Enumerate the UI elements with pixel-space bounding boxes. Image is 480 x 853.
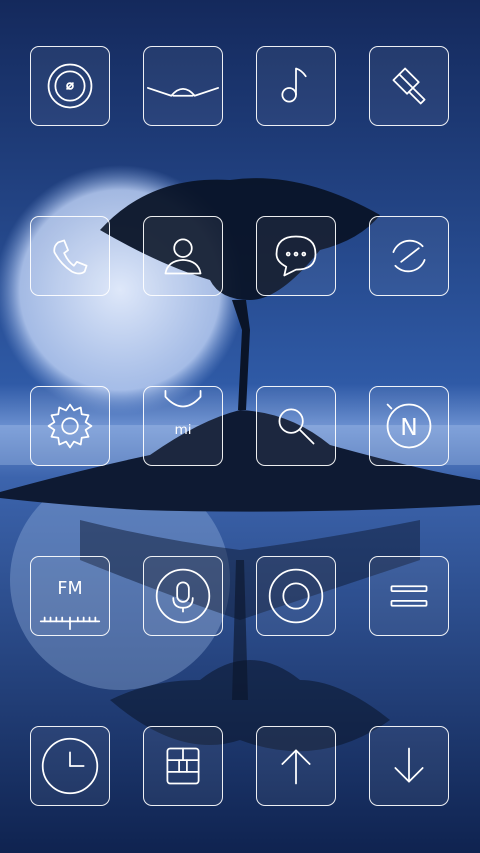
download-arrow-icon[interactable] <box>369 726 449 806</box>
mi-store-icon[interactable]: mi <box>143 386 223 466</box>
voice-recorder-icon[interactable] <box>143 556 223 636</box>
contacts-icon[interactable] <box>143 216 223 296</box>
screen-recorder-icon[interactable] <box>256 556 336 636</box>
notes-icon[interactable] <box>369 556 449 636</box>
gallery-icon[interactable] <box>143 46 223 126</box>
upload-arrow-icon[interactable] <box>256 726 336 806</box>
svg-text:mi: mi <box>174 422 191 438</box>
browser-icon[interactable] <box>369 216 449 296</box>
search-icon[interactable] <box>256 386 336 466</box>
themes-brush-icon[interactable] <box>369 46 449 126</box>
settings-gear-icon[interactable] <box>30 386 110 466</box>
svg-text:FM: FM <box>57 579 82 599</box>
clock-icon[interactable] <box>30 726 110 806</box>
messages-icon[interactable] <box>256 216 336 296</box>
compass-icon[interactable]: N <box>369 386 449 466</box>
camera-icon[interactable] <box>30 46 110 126</box>
svg-text:N: N <box>400 413 418 441</box>
sim-toolkit-icon[interactable] <box>143 726 223 806</box>
fm-radio-icon[interactable]: FM <box>30 556 110 636</box>
phone-icon[interactable] <box>30 216 110 296</box>
music-icon[interactable] <box>256 46 336 126</box>
